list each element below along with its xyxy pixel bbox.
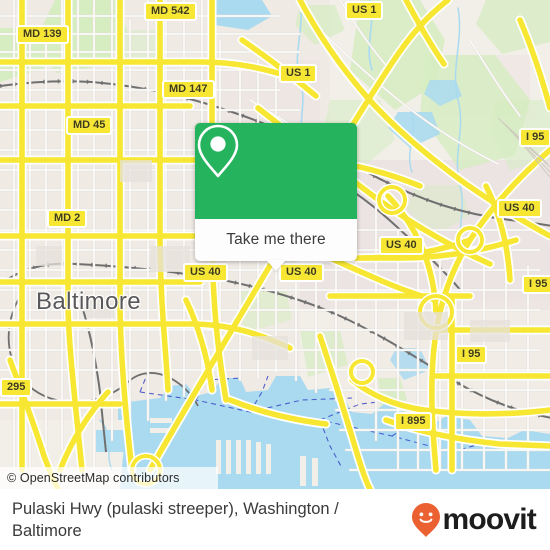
callout-image-area: [195, 123, 357, 219]
road-shield: US 40: [183, 263, 228, 282]
location-pin-icon: [197, 124, 239, 178]
road-shield: US 40: [379, 236, 424, 255]
osm-attribution-text: © OpenStreetMap contributors: [7, 471, 180, 485]
take-me-there-callout[interactable]: Take me there: [195, 123, 357, 271]
road-shield: MD 139: [16, 25, 69, 44]
road-shield: MD 2: [47, 209, 88, 228]
moovit-logo[interactable]: moovit: [411, 502, 550, 538]
road-shield: MD 147: [162, 80, 215, 99]
screenshot-root: .w { fill:#aadaf0; } .wl { stroke:#aadaf…: [0, 0, 550, 550]
map-canvas[interactable]: .w { fill:#aadaf0; } .wl { stroke:#aadaf…: [0, 0, 550, 489]
place-label: Baltimore: [36, 288, 141, 315]
road-shield: I 95: [519, 128, 550, 147]
moovit-wordmark: moovit: [442, 502, 536, 536]
road-shield: 295: [0, 378, 33, 397]
road-shield: US 1: [345, 1, 384, 20]
road-shield: US 1: [279, 64, 318, 83]
road-shield: I 95: [522, 275, 550, 294]
callout-action-area[interactable]: Take me there: [195, 219, 357, 271]
moovit-pin-icon: [412, 502, 441, 537]
road-shield: US 40: [497, 199, 542, 218]
take-me-there-label: Take me there: [226, 231, 326, 248]
road-shield: MD 542: [144, 2, 197, 21]
road-shield: I 895: [394, 412, 433, 431]
location-title: Pulaski Hwy (pulaski streeper), Washingt…: [12, 499, 339, 540]
road-shield: I 95: [455, 345, 488, 364]
road-shield: MD 45: [66, 116, 113, 135]
osm-attribution[interactable]: © OpenStreetMap contributors: [0, 467, 218, 489]
callout-pointer: [266, 260, 286, 271]
footer-bar: Pulaski Hwy (pulaski streeper), Washingt…: [0, 489, 550, 550]
